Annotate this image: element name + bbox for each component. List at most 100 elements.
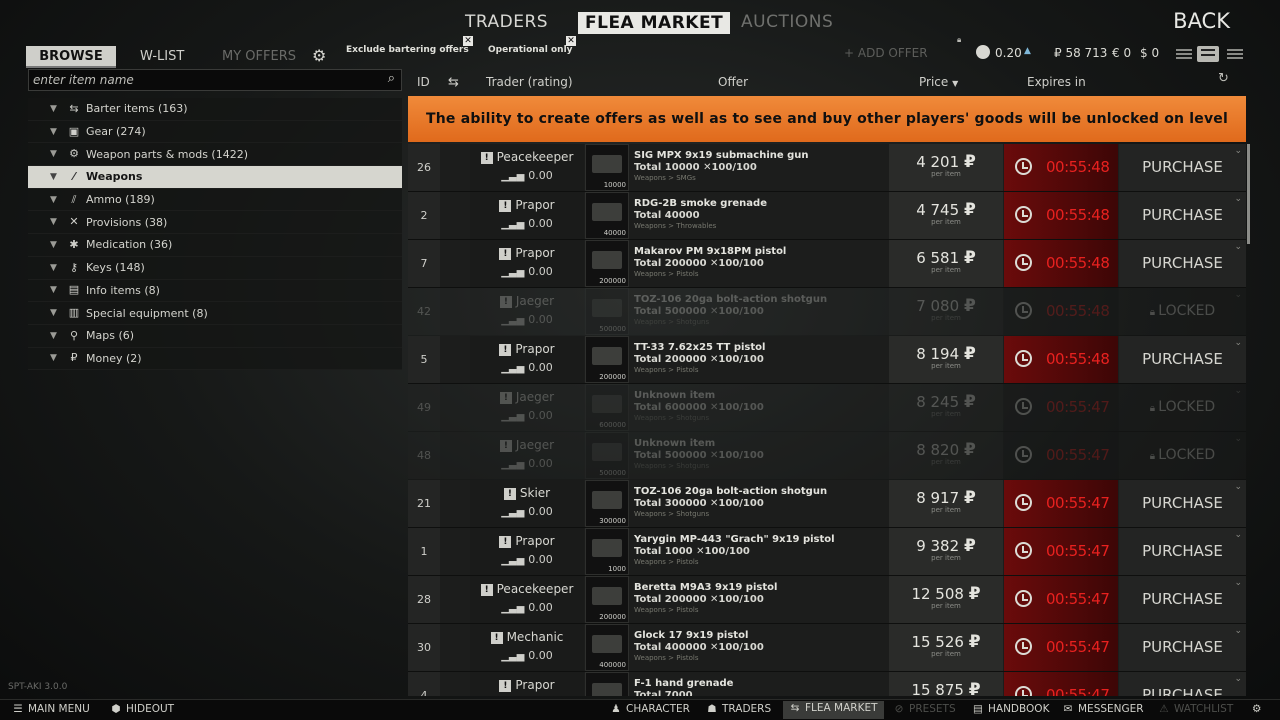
header-offer[interactable]: Offer — [718, 75, 748, 89]
category-item[interactable]: ▼ ▤ Info items (8) — [28, 279, 402, 303]
scrollbar[interactable] — [1247, 144, 1250, 244]
trader-cell[interactable]: ! Skier ▁▃▅ 0.00 — [470, 480, 584, 527]
barter-filter-icon[interactable]: ⇆ — [448, 75, 459, 90]
category-item[interactable]: ▼ ₽ Money (2) — [28, 347, 402, 371]
chevron-down-icon[interactable]: ▼ — [50, 263, 62, 273]
header-expires[interactable]: Expires in — [1027, 75, 1086, 89]
table-row[interactable]: 49! Jaeger ▁▃▅ 0.00 600000 Unknown item Total … — [408, 384, 1246, 432]
item-image[interactable]: 500000 — [585, 432, 629, 479]
chevron-down-icon[interactable]: ⌄ — [1234, 194, 1242, 204]
item-image[interactable]: 7000 — [585, 672, 629, 696]
chevron-down-icon[interactable]: ▼ — [50, 127, 62, 137]
main-menu-button[interactable]: ☰ MAIN MENU — [12, 703, 89, 715]
trader-cell[interactable]: ! Jaeger ▁▃▅ 0.00 — [470, 288, 584, 335]
operational-only-checkbox[interactable]: ✕ — [566, 36, 576, 46]
chevron-down-icon[interactable]: ⌄ — [1234, 146, 1242, 156]
refresh-icon[interactable]: ↻ — [1218, 71, 1229, 86]
trader-cell[interactable]: ! Jaeger ▁▃▅ 0.00 — [470, 432, 584, 479]
tab-auctions[interactable]: AUCTIONS — [741, 12, 833, 32]
item-image[interactable]: 600000 — [585, 384, 629, 431]
trader-cell[interactable]: !Prapor▁▃▅0.00 — [470, 192, 584, 239]
category-item[interactable]: ▼ ▣ Gear (274) — [28, 120, 402, 144]
trader-cell[interactable]: ! Jaeger ▁▃▅ 0.00 — [470, 384, 584, 431]
table-row[interactable]: 2! Prapor ▁▃▅ 0.00 40000 RDG-2B smoke grenade… — [408, 192, 1246, 240]
item-image[interactable]: 200000 — [585, 336, 629, 383]
item-image[interactable]: 40000 — [585, 192, 629, 239]
character-button[interactable]: ♟ CHARACTER — [610, 703, 690, 715]
purchase-button[interactable]: PURCHASE ⌄ — [1119, 528, 1246, 575]
chevron-down-icon[interactable]: ⌄ — [1234, 626, 1242, 636]
chevron-down-icon[interactable]: ⌄ — [1234, 482, 1242, 492]
category-item[interactable]: ▼ ✱ Medication (36) — [28, 234, 402, 257]
purchase-button[interactable]: PURCHASE ⌄ — [1119, 192, 1246, 239]
chevron-down-icon[interactable]: ▼ — [50, 308, 62, 318]
watchlist-button[interactable]: ⚠ WATCHLIST — [1158, 703, 1233, 715]
table-row[interactable]: 30! Mechanic ▁▃▅ 0.00 400000 Glock 17 9x19 pi… — [408, 624, 1246, 672]
category-item[interactable]: ▼ ⫽ Ammo (189) — [28, 188, 402, 212]
chevron-down-icon[interactable]: ▼ — [50, 217, 62, 227]
item-image[interactable]: 200000 — [585, 240, 629, 287]
table-row[interactable]: 42! Jaeger ▁▃▅ 0.00 500000 TOZ-106 20ga bolt-… — [408, 288, 1246, 336]
chevron-down-icon[interactable]: ⌄ — [1234, 578, 1242, 588]
browse-tab[interactable]: BROWSE — [26, 46, 116, 68]
purchase-button[interactable]: PURCHASE ⌄ — [1119, 672, 1246, 696]
trader-cell[interactable]: ! Peacekeeper ▁▃▅ 0.00 — [470, 144, 584, 191]
table-row[interactable]: 7! Prapor ▁▃▅ 0.00 200000 Makarov PM 9x18PM p… — [408, 240, 1246, 288]
presets-button[interactable]: ⊘ PRESETS — [893, 703, 956, 715]
chevron-down-icon[interactable]: ▼ — [50, 172, 62, 182]
wishlist-tab[interactable]: W-LIST — [140, 46, 184, 68]
table-row[interactable]: 28! Peacekeeper ▁▃▅ 0.00 200000 Beretta M9A3 … — [408, 576, 1246, 624]
exclude-bartering-checkbox[interactable]: ✕ — [463, 36, 473, 46]
chevron-down-icon[interactable]: ▼ — [50, 331, 62, 341]
messenger-button[interactable]: ✉ MESSENGER — [1062, 703, 1144, 715]
category-item[interactable]: ▼ ⚲ Maps (6) — [28, 324, 402, 348]
grid-view-icon[interactable] — [1176, 47, 1192, 61]
chevron-down-icon[interactable]: ▼ — [50, 353, 62, 363]
header-trader[interactable]: Trader (rating) — [486, 75, 573, 89]
search-input[interactable] — [29, 70, 369, 90]
list-view-icon[interactable] — [1197, 46, 1219, 62]
trader-cell[interactable]: !Prapor▁▃▅0.00 — [470, 672, 584, 696]
trader-cell[interactable]: !Prapor▁▃▅0.00 — [470, 240, 584, 287]
purchase-button[interactable]: PURCHASE ⌄ — [1119, 144, 1246, 191]
purchase-button[interactable]: PURCHASE ⌄ — [1119, 480, 1246, 527]
item-image[interactable]: 200000 — [585, 576, 629, 623]
category-item[interactable]: ▼ ⇆ Barter items (163) — [28, 98, 402, 121]
category-item[interactable]: ▼ ⚷ Keys (148) — [28, 256, 402, 280]
chevron-down-icon[interactable]: ⌄ — [1234, 290, 1242, 300]
chevron-down-icon[interactable]: ▼ — [50, 104, 62, 114]
chevron-down-icon[interactable]: ▼ — [50, 195, 62, 205]
chevron-down-icon[interactable]: ⌄ — [1234, 530, 1242, 540]
chevron-down-icon[interactable]: ⌄ — [1234, 386, 1242, 396]
category-item[interactable]: ▼ ⚙ Weapon parts & mods (1422) — [28, 143, 402, 167]
trader-cell[interactable]: !Prapor▁▃▅0.00 — [470, 528, 584, 575]
category-item[interactable]: ▼ ✕ Provisions (38) — [28, 211, 402, 235]
chevron-down-icon[interactable]: ⌄ — [1234, 242, 1242, 252]
category-item[interactable]: ▼ ▥ Special equipment (8) — [28, 302, 402, 325]
trader-cell[interactable]: ! Mechanic ▁▃▅ 0.00 — [470, 624, 584, 671]
table-row[interactable]: 26! Peacekeeper ▁▃▅ 0.00 10000 SIG MPX 9x19 s… — [408, 144, 1246, 192]
my-offers-tab[interactable]: MY OFFERS — [222, 46, 296, 68]
tile-view-icon[interactable] — [1227, 47, 1243, 61]
trader-cell[interactable]: !Prapor▁▃▅0.00 — [470, 336, 584, 383]
chevron-down-icon[interactable]: ▼ — [50, 285, 62, 295]
chevron-down-icon[interactable]: ▼ — [50, 149, 62, 159]
purchase-button[interactable]: PURCHASE ⌄ — [1119, 240, 1246, 287]
chevron-down-icon[interactable]: ⌄ — [1234, 338, 1242, 348]
table-row[interactable]: 5! Prapor ▁▃▅ 0.00 200000 TT-33 7.62x25 TT pi… — [408, 336, 1246, 384]
category-item[interactable]: ▼ ⁄ Weapons — [28, 166, 402, 189]
flea-market-button[interactable]: ⇆ FLEA MARKET — [783, 701, 884, 719]
purchase-button[interactable]: PURCHASE ⌄ — [1119, 624, 1246, 671]
table-row[interactable]: 48! Jaeger ▁▃▅ 0.00 500000 Unknown item Total … — [408, 432, 1246, 480]
item-image[interactable]: 10000 — [585, 144, 629, 191]
back-button[interactable]: BACK — [1173, 9, 1230, 33]
item-image[interactable]: 1000 — [585, 528, 629, 575]
table-row[interactable]: 21! Skier ▁▃▅ 0.00 300000 TOZ-106 20ga bolt-a… — [408, 480, 1246, 528]
header-price[interactable]: Price ▼ — [919, 75, 958, 89]
item-image[interactable]: 500000 — [585, 288, 629, 335]
header-id[interactable]: ID — [417, 75, 430, 89]
settings-gear-icon[interactable]: ⚙ — [312, 47, 330, 65]
traders-button[interactable]: ☗ TRADERS — [706, 703, 771, 715]
handbook-button[interactable]: ▤ HANDBOOK — [972, 703, 1049, 715]
chevron-down-icon[interactable]: ⌄ — [1234, 434, 1242, 444]
